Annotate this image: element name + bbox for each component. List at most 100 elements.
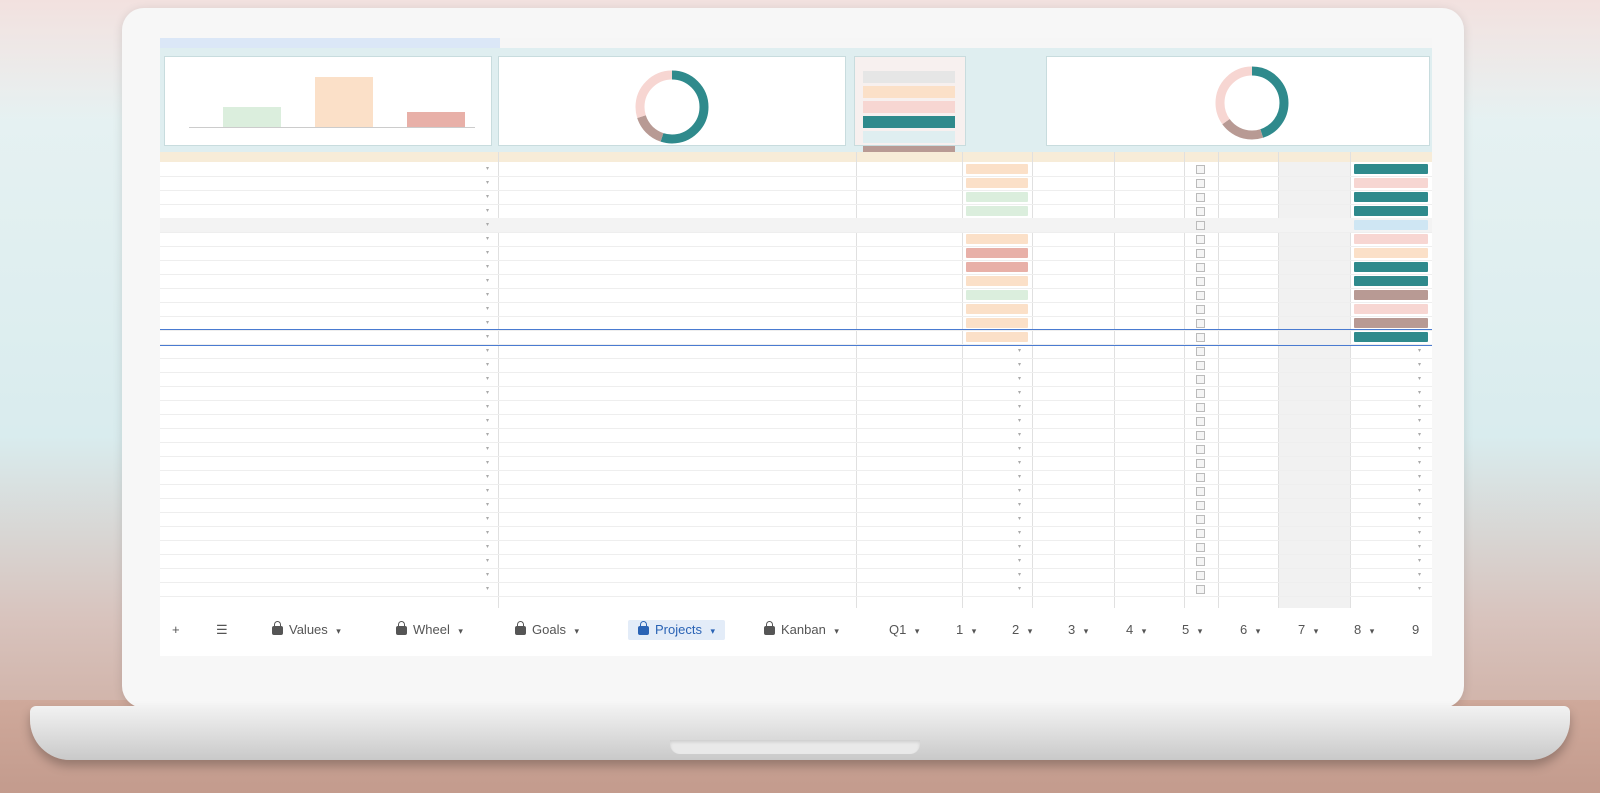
priority-dropdown-caret[interactable]: ▾: [1018, 386, 1021, 400]
goal-dropdown-caret[interactable]: ▾: [486, 484, 489, 498]
priority-dropdown-caret[interactable]: ▾: [1018, 526, 1021, 540]
sheet-tab-3[interactable]: 3 ▾: [1068, 620, 1088, 640]
goal-dropdown-caret[interactable]: ▾: [486, 568, 489, 582]
goal-dropdown-caret[interactable]: ▾: [486, 330, 489, 344]
goal-dropdown-caret[interactable]: ▾: [486, 344, 489, 358]
sheet-tab-6[interactable]: 6 ▾: [1240, 620, 1260, 640]
sheet-tab-projects[interactable]: Projects ▾: [628, 620, 725, 640]
priority-dropdown-caret[interactable]: ▾: [1018, 484, 1021, 498]
priority-pill[interactable]: [966, 276, 1028, 286]
row-checkbox[interactable]: [1196, 487, 1205, 496]
row-checkbox[interactable]: [1196, 165, 1205, 174]
chevron-down-icon[interactable]: ▾: [1195, 626, 1203, 636]
goal-dropdown-caret[interactable]: ▾: [486, 246, 489, 260]
row-checkbox[interactable]: [1196, 571, 1205, 580]
status-dropdown-caret[interactable]: ▾: [1418, 554, 1421, 568]
table-row[interactable]: ▾ ▾ ▾: [160, 400, 1432, 415]
goal-dropdown-caret[interactable]: ▾: [486, 512, 489, 526]
goal-dropdown-caret[interactable]: ▾: [486, 554, 489, 568]
sheet-tab-8[interactable]: 8 ▾: [1354, 620, 1374, 640]
chevron-down-icon[interactable]: ▾: [708, 626, 715, 636]
row-checkbox[interactable]: [1196, 221, 1205, 230]
sheet-tab-values[interactable]: Values ▾: [272, 620, 341, 640]
priority-pill[interactable]: [966, 318, 1028, 328]
table-row[interactable]: ▾ ▾ ▾: [160, 484, 1432, 499]
priority-dropdown-caret[interactable]: ▾: [1018, 540, 1021, 554]
goal-dropdown-caret[interactable]: ▾: [486, 260, 489, 274]
sheet-tab-4[interactable]: 4 ▾: [1126, 620, 1146, 640]
goal-dropdown-caret[interactable]: ▾: [486, 582, 489, 596]
priority-pill[interactable]: [966, 206, 1028, 216]
row-checkbox[interactable]: [1196, 417, 1205, 426]
goal-dropdown-caret[interactable]: ▾: [486, 358, 489, 372]
status-pill[interactable]: [1354, 192, 1428, 202]
goal-dropdown-caret[interactable]: ▾: [486, 218, 489, 232]
row-checkbox[interactable]: [1196, 473, 1205, 482]
table-row[interactable]: ▾: [160, 176, 1432, 191]
priority-dropdown-caret[interactable]: ▾: [1018, 344, 1021, 358]
row-checkbox[interactable]: [1196, 305, 1205, 314]
chevron-down-icon[interactable]: ▾: [1081, 626, 1089, 636]
sheet-tab-5[interactable]: 5 ▾: [1182, 620, 1202, 640]
table-row[interactable]: ▾: [160, 204, 1432, 219]
priority-dropdown-caret[interactable]: ▾: [1018, 498, 1021, 512]
row-checkbox[interactable]: [1196, 207, 1205, 216]
status-pill[interactable]: [1354, 206, 1428, 216]
table-row[interactable]: ▾: [160, 302, 1432, 317]
goal-dropdown-caret[interactable]: ▾: [486, 302, 489, 316]
goal-dropdown-caret[interactable]: ▾: [486, 456, 489, 470]
goal-dropdown-caret[interactable]: ▾: [486, 540, 489, 554]
goal-dropdown-caret[interactable]: ▾: [486, 176, 489, 190]
table-row[interactable]: ▾ ▾ ▾: [160, 442, 1432, 457]
row-checkbox[interactable]: [1196, 557, 1205, 566]
priority-dropdown-caret[interactable]: ▾: [1018, 554, 1021, 568]
table-row[interactable]: ▾: [160, 288, 1432, 303]
selected-column-header[interactable]: [160, 38, 500, 48]
table-row[interactable]: ▾: [160, 190, 1432, 205]
row-checkbox[interactable]: [1196, 389, 1205, 398]
goal-dropdown-caret[interactable]: ▾: [486, 232, 489, 246]
status-dropdown-caret[interactable]: ▾: [1418, 372, 1421, 386]
row-checkbox[interactable]: [1196, 319, 1205, 328]
priority-dropdown-caret[interactable]: ▾: [1018, 358, 1021, 372]
goal-dropdown-caret[interactable]: ▾: [486, 190, 489, 204]
sheet-tab-7[interactable]: 7 ▾: [1298, 620, 1318, 640]
row-checkbox[interactable]: [1196, 543, 1205, 552]
status-dropdown-caret[interactable]: ▾: [1418, 582, 1421, 596]
goal-dropdown-caret[interactable]: ▾: [486, 470, 489, 484]
goal-dropdown-caret[interactable]: ▾: [486, 386, 489, 400]
priority-pill[interactable]: [966, 262, 1028, 272]
table-row[interactable]: ▾ ▾ ▾: [160, 582, 1432, 597]
chevron-down-icon[interactable]: ▾: [1253, 626, 1261, 636]
row-checkbox[interactable]: [1196, 403, 1205, 412]
priority-dropdown-caret[interactable]: ▾: [1018, 400, 1021, 414]
goal-dropdown-caret[interactable]: ▾: [486, 316, 489, 330]
chevron-down-icon[interactable]: ▾: [969, 626, 977, 636]
table-row[interactable]: ▾ ▾ ▾: [160, 386, 1432, 401]
goal-dropdown-caret[interactable]: ▾: [486, 400, 489, 414]
chevron-down-icon[interactable]: ▾: [572, 626, 579, 636]
table-row[interactable]: ▾: [160, 316, 1432, 331]
status-pill[interactable]: [1354, 262, 1428, 272]
row-checkbox[interactable]: [1196, 333, 1205, 342]
goal-dropdown-caret[interactable]: ▾: [486, 498, 489, 512]
row-checkbox[interactable]: [1196, 585, 1205, 594]
row-checkbox[interactable]: [1196, 501, 1205, 510]
table-row[interactable]: ▾ ▾ ▾: [160, 512, 1432, 527]
goal-dropdown-caret[interactable]: ▾: [486, 274, 489, 288]
priority-dropdown-caret[interactable]: ▾: [1018, 568, 1021, 582]
status-dropdown-caret[interactable]: ▾: [1418, 344, 1421, 358]
status-dropdown-caret[interactable]: ▾: [1418, 386, 1421, 400]
priority-pill[interactable]: [966, 164, 1028, 174]
status-dropdown-caret[interactable]: ▾: [1418, 428, 1421, 442]
table-row[interactable]: ▾ ▾ ▾: [160, 456, 1432, 471]
priority-dropdown-caret[interactable]: ▾: [1018, 470, 1021, 484]
table-row[interactable]: ▾: [160, 246, 1432, 261]
status-pill[interactable]: [1354, 318, 1428, 328]
row-checkbox[interactable]: [1196, 291, 1205, 300]
row-checkbox[interactable]: [1196, 529, 1205, 538]
status-pill[interactable]: [1354, 178, 1428, 188]
table-row[interactable]: ▾ ▾ ▾: [160, 344, 1432, 359]
priority-pill[interactable]: [966, 178, 1028, 188]
chevron-down-icon[interactable]: ▾: [456, 626, 463, 636]
